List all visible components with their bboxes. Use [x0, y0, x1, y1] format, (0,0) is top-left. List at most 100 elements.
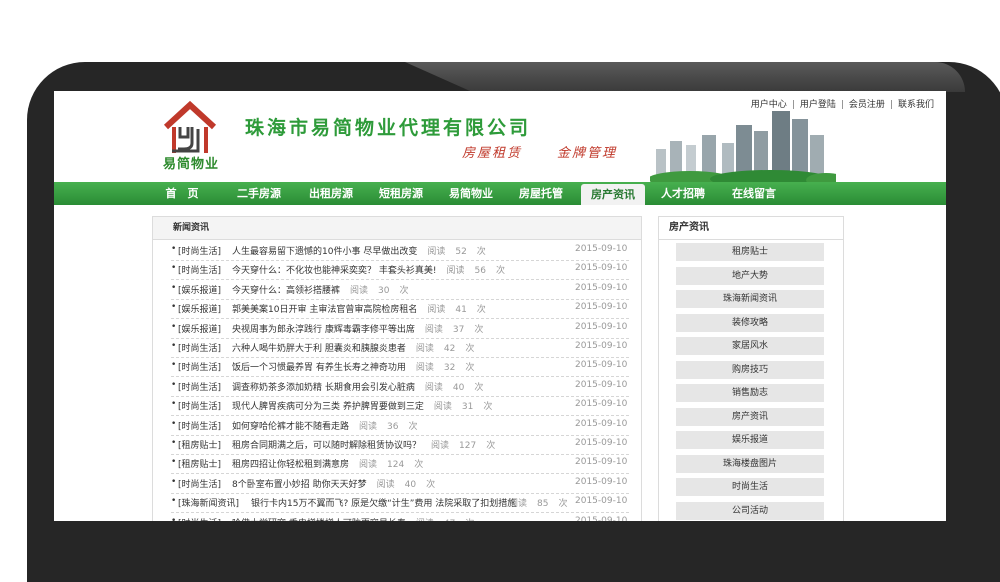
bullet-icon: • — [171, 418, 177, 429]
views-count: 31 — [461, 402, 474, 413]
sidebar-item[interactable]: 娱乐报道 — [676, 431, 824, 449]
news-category: [娱乐报道] — [178, 324, 222, 335]
news-title[interactable]: 现代人脾胃疾病可分为三类 养护脾胃要做到三定 — [232, 399, 424, 412]
bullet-icon: • — [171, 399, 177, 410]
news-views: 阅读 56 次 — [446, 263, 504, 276]
link-contact[interactable]: 联系我们 — [898, 100, 934, 110]
views-label: 阅读 — [427, 305, 446, 316]
nav-rental[interactable]: 出租房源 — [302, 182, 360, 205]
news-row[interactable]: • [时尚生活] 今天穿什么：不化妆也能神采奕奕？ 丰套头衫真美! 阅读 56 次 2015… — [171, 260, 629, 281]
news-row[interactable]: • [娱乐报道] 央视周事为郎永淳践行 康辉毒霸李修平等出席 阅读 37 次 2015-09… — [171, 319, 629, 339]
sidebar-item[interactable]: 时尚生活 — [676, 478, 824, 496]
nav-home[interactable]: 首 页 — [158, 182, 206, 205]
news-views: 阅读 124 次 — [359, 457, 423, 470]
sidebar-item[interactable]: 公司活动 — [676, 501, 824, 520]
news-views: 阅读 30 次 — [350, 283, 408, 296]
news-category: [时尚生活] — [178, 402, 222, 413]
news-views: 阅读47次 — [416, 516, 474, 521]
views-label: 阅读 — [446, 266, 465, 277]
news-panel: 新闻资讯 • [时尚生活] 人生最容易留下遗憾的10件小事 尽早做出改变 阅读 52 次 2… — [152, 216, 642, 521]
news-category: [时尚生活] — [178, 266, 222, 277]
sidebar-heading: 房产资讯 — [659, 217, 843, 240]
views-count: 41 — [455, 305, 467, 316]
news-row[interactable]: • [时尚生活] 人生最容易留下遗憾的10件小事 尽早做出改变 阅读 52 次 2015-0… — [171, 241, 629, 261]
views-count: 37 — [452, 324, 465, 335]
news-row[interactable]: • [珠海新闻资讯] 银行卡内15万不翼而飞? 原是欠缴“计生”费用 法院采取了扣划… — [171, 493, 629, 514]
news-row[interactable]: • [时尚生活] 如何穿哈伦裤才能不随看走路 阅读 36 次 2015-09-10 — [171, 416, 629, 436]
nav-property-trust[interactable]: 房屋托管 — [512, 182, 570, 205]
views-label: 阅读 — [433, 402, 452, 413]
nav-short-rental[interactable]: 短租房源 — [372, 182, 430, 205]
sidebar-panel: 房产资讯 租房贴士 地产大势 珠海新闻资讯 装修攻略 家居风水 购房技巧 销售励志 房产资讯娱… — [658, 216, 844, 521]
logo-text: 易简物业 — [163, 157, 220, 172]
bullet-icon: • — [171, 341, 177, 351]
news-title[interactable]: 人生最容易留下遗憾的10件小事 尽早做出改变 — [232, 244, 417, 257]
link-register[interactable]: 会员注册 — [849, 100, 885, 110]
sidebar-item[interactable]: 地产大势 — [676, 266, 824, 285]
news-heading: 新闻资讯 — [153, 217, 641, 240]
views-unit: 次 — [476, 247, 486, 257]
views-label: 阅读 — [424, 324, 443, 335]
news-title[interactable]: 租房合同期满之后，可以随时解除租赁协议吗？ — [232, 438, 421, 451]
news-title[interactable]: 银行卡内15万不翼而飞? 原是欠缴“计生”费用 法院采取了扣划措施 — [251, 496, 516, 509]
news-views: 阅读 31 次 — [434, 399, 492, 412]
news-row[interactable]: • [时尚生活] 六种人喝牛奶胖大于利 胆囊炎和胰腺炎患者 阅读 42 次 2015-09-… — [171, 338, 629, 358]
news-views: 阅读 40 次 — [425, 380, 483, 393]
news-row[interactable]: • [租房贴士] 租房合同期满之后，可以随时解除租赁协议吗？ 阅读 127 次 2015-0… — [171, 435, 629, 455]
news-title[interactable]: 哈佛大学研究 乘电梯楼梯人可防更容易长寿 — [232, 516, 406, 521]
separator: | — [889, 100, 893, 110]
news-row[interactable]: •[时尚生活] 哈佛大学研究 乘电梯楼梯人可防更容易长寿 阅读47次 2015-09-… — [171, 513, 629, 521]
nav-message[interactable]: 在线留言 — [725, 182, 783, 205]
sidebar-item[interactable]: 家居风水 — [676, 337, 824, 355]
sidebar-item[interactable]: 租房贴士 — [676, 243, 824, 261]
sidebar-item[interactable]: 房产资讯 — [676, 407, 824, 426]
news-title[interactable]: 央视周事为郎永淳践行 康辉毒霸李修平等出席 — [232, 322, 415, 335]
news-title[interactable]: 如何穿哈伦裤才能不随看走路 — [232, 419, 349, 432]
news-title[interactable]: 六种人喝牛奶胖大于利 胆囊炎和胰腺炎患者 — [232, 341, 406, 354]
news-title[interactable]: 今天穿什么：高领衫搭腰裤 — [232, 283, 340, 296]
news-title[interactable]: 8个卧室布置小妙招 助你天天好梦 — [232, 477, 367, 490]
views-unit: 次 — [399, 285, 409, 296]
sidebar-item[interactable]: 珠海新闻资讯 — [676, 290, 824, 308]
bullet-icon: • — [171, 302, 177, 313]
nav-real-estate-news[interactable]: 房产资讯 — [581, 184, 645, 205]
news-title[interactable]: 饭后一个习惯最养胃 有养生长寿之神奇功用 — [232, 360, 406, 373]
nav-yijian-property[interactable]: 易简物业 — [442, 182, 500, 205]
views-count: 40 — [452, 382, 465, 393]
news-row[interactable]: • [娱乐报道] 郭美美案10日开审 主审法官曾审高院检房租名 阅读 41 次 2015-0… — [171, 299, 629, 320]
news-row[interactable]: • [时尚生活] 饭后一个习惯最养胃 有养生长寿之神奇功用 阅读 32 次 2015-09-… — [171, 357, 629, 378]
separator: | — [840, 100, 844, 110]
slogan-left: 房屋租赁 — [462, 146, 523, 161]
news-category: [娱乐报道] — [178, 285, 222, 296]
news-title[interactable]: 郭美美案10日开审 主审法官曾审高院检房租名 — [232, 302, 417, 315]
news-date: 2015-09-10 — [575, 341, 628, 351]
news-row[interactable]: • [娱乐报道] 今天穿什么：高领衫搭腰裤 阅读 30 次 2015-09-10 — [171, 280, 629, 300]
sidebar-item[interactable]: 装修攻略 — [676, 313, 824, 332]
news-category: [珠海新闻资讯] — [178, 499, 240, 510]
views-label: 阅读 — [427, 247, 446, 257]
views-count: 32 — [443, 363, 456, 374]
views-label: 阅读 — [415, 363, 434, 374]
sidebar-item[interactable]: 购房技巧 — [676, 360, 824, 379]
news-title[interactable]: 调查称奶茶多添加奶精 长期食用会引发心脏病 — [232, 380, 415, 393]
sidebar-item[interactable]: 销售励志 — [676, 384, 824, 402]
news-category: [时尚生活] — [178, 421, 222, 432]
nav-second-hand[interactable]: 二手房源 — [230, 182, 288, 205]
news-row[interactable]: • [时尚生活] 8个卧室布置小妙招 助你天天好梦 阅读 40 次 2015-09-10 — [171, 474, 629, 494]
views-unit: 次 — [408, 421, 418, 432]
sidebar-item[interactable]: 珠海楼盘图片 — [676, 454, 824, 473]
views-label: 阅读 — [376, 479, 395, 490]
news-views: 阅读 32 次 — [416, 360, 474, 373]
news-row[interactable]: • [时尚生活] 现代人脾胃疾病可分为三类 养护脾胃要做到三定 阅读 31 次 2015-0… — [171, 396, 629, 417]
news-title[interactable]: 今天穿什么：不化妆也能神采奕奕？ 丰套头衫真美! — [232, 263, 436, 276]
views-unit: 次 — [483, 402, 493, 413]
nav-careers[interactable]: 人才招聘 — [654, 182, 712, 205]
news-row[interactable]: • [时尚生活] 调查称奶茶多添加奶精 长期食用会引发心脏病 阅读 40 次 2015-09… — [171, 377, 629, 397]
news-title[interactable]: 租房四招让你轻松租到满意房 — [232, 457, 349, 470]
news-row[interactable]: • [租房贴士] 租房四招让你轻松租到满意房 阅读 124 次 2015-09-10 — [171, 454, 629, 475]
news-category: [时尚生活] — [178, 516, 221, 521]
news-views: 阅读 127 次 — [431, 438, 495, 451]
bullet-icon: • — [171, 515, 177, 521]
news-category: [时尚生活] — [178, 344, 222, 354]
views-count: 42 — [443, 344, 456, 354]
